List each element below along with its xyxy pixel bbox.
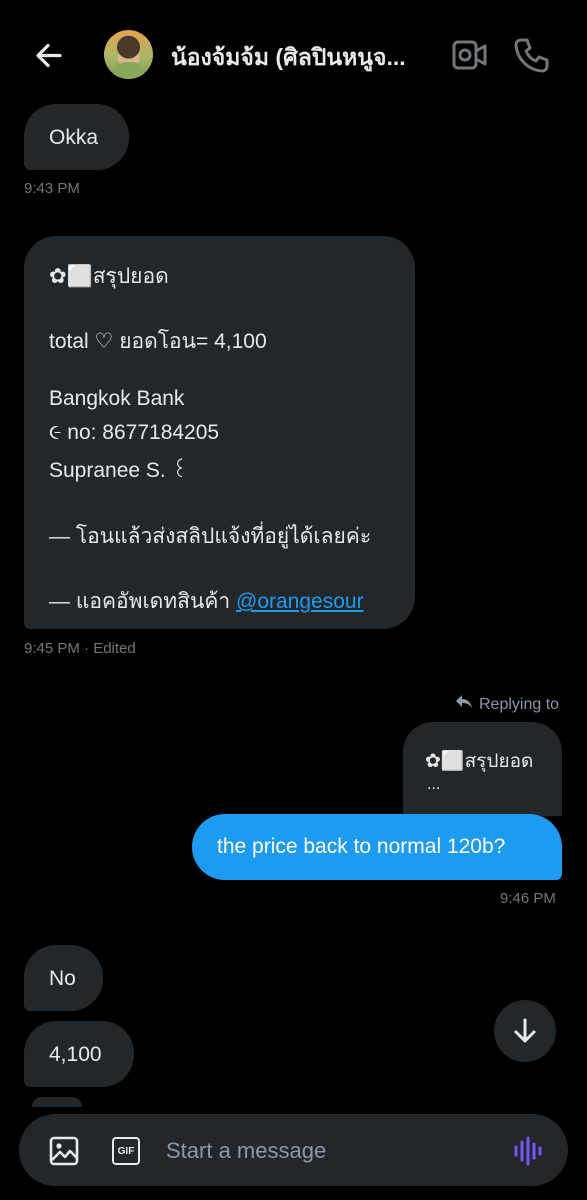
message-composer: GIF [19, 1114, 568, 1186]
received-message-bubble[interactable]: No [24, 945, 103, 1011]
summary-note-text: — แอคอัพเดทสินค้า [49, 590, 236, 613]
video-call-icon[interactable] [452, 38, 488, 72]
image-icon[interactable] [49, 1136, 79, 1166]
summary-note-transfer: — โอนแล้วส่งสลิปแจ้งที่อยู่ได้เลยค่ะ [49, 525, 372, 548]
mention-link[interactable]: @orangesour [236, 590, 364, 613]
arrow-down-icon [514, 1018, 536, 1043]
voice-message-icon[interactable] [513, 1136, 545, 1166]
partial-message-bubble [32, 1097, 82, 1107]
message-text: 4,100 [49, 1043, 102, 1066]
summary-total: total ♡ ยอดโอน= 4,100 [49, 330, 267, 353]
message-input[interactable] [164, 1130, 498, 1172]
back-arrow-icon[interactable] [30, 36, 70, 76]
message-text: the price back to normal 120b? [217, 835, 506, 858]
summary-account: ૯ no: 8677184205 [49, 421, 220, 444]
received-message-bubble[interactable]: ✿⬜สรุปยอด total ♡ ยอดโอน= 4,100 Bangkok … [24, 236, 415, 629]
reply-icon [455, 694, 473, 715]
reply-preview-title: ✿⬜สรุปยอด [425, 751, 534, 772]
message-timestamp: 9:43 PM [24, 180, 80, 197]
received-message-bubble[interactable]: 4,100 [24, 1021, 134, 1087]
message-timestamp: 9:46 PM [500, 890, 556, 907]
phone-call-icon[interactable] [512, 36, 550, 74]
avatar[interactable] [104, 30, 153, 79]
reply-preview-ellipsis: ... [427, 776, 441, 793]
replying-to-label: Replying to [455, 694, 559, 715]
reply-preview[interactable]: ✿⬜สรุปยอด ... [403, 722, 562, 816]
contact-name[interactable]: น้องจ้มจ้ม (ศิลปินหนูจ... [171, 40, 436, 76]
message-text: No [49, 967, 76, 990]
message-timestamp: 9:45 PM · Edited [24, 640, 136, 657]
scroll-to-bottom-button[interactable] [494, 1000, 556, 1062]
reply-label-text: Replying to [479, 695, 560, 713]
message-text: Okka [49, 126, 99, 149]
received-message-bubble[interactable]: Okka [24, 104, 129, 170]
conversation-header: น้องจ้มจ้ม (ศิลปินหนูจ... [0, 0, 587, 110]
summary-holder: Supranee S. ꒰ [49, 459, 188, 482]
summary-note-update: — แอคอัพเดทสินค้า @orangesour [49, 585, 364, 618]
summary-title: ✿⬜สรุปยอด [49, 265, 169, 288]
sent-message-bubble[interactable]: the price back to normal 120b? [192, 814, 562, 880]
gif-button[interactable]: GIF [112, 1137, 140, 1165]
dm-conversation-screen: น้องจ้มจ้ม (ศิลปินหนูจ... Okka 9:43 PM ✿… [0, 0, 587, 1200]
summary-bank: Bangkok Bank [49, 387, 185, 410]
